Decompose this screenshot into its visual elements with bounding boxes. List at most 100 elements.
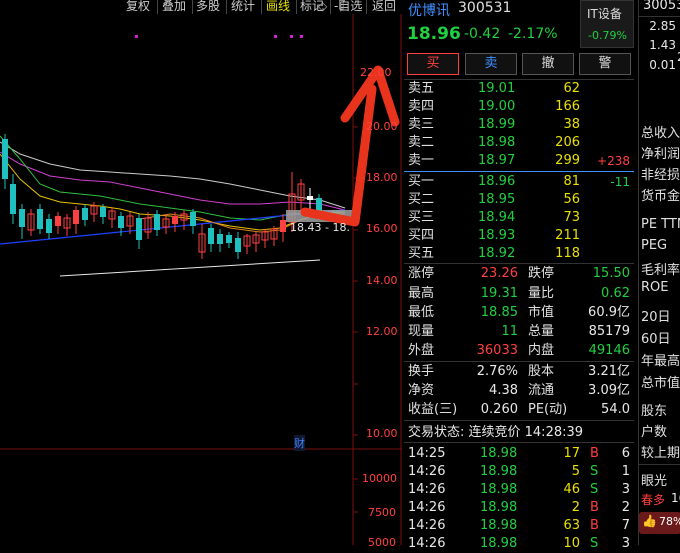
tick-time: 14:26	[408, 500, 446, 515]
far-label: 毛利率	[641, 263, 680, 278]
ask-price: 18.99	[478, 117, 516, 132]
tick-side: S	[590, 464, 599, 479]
ask-price: 19.00	[478, 99, 516, 114]
stock-code: 300531	[458, 0, 512, 16]
toolbar-divider	[192, 0, 193, 14]
kline-svg	[0, 14, 402, 545]
ma-green	[0, 135, 345, 221]
tick-count: 6	[621, 446, 630, 461]
thumb-badge[interactable]: 👍 78%	[639, 512, 680, 534]
toolbar-fuquan[interactable]: 复权	[126, 0, 150, 14]
ask-volume: 206	[555, 135, 580, 150]
toolbar-multi[interactable]: 多股	[196, 0, 220, 14]
far-label: 股东	[641, 404, 668, 419]
stat-value: 4.38	[489, 383, 518, 398]
tick-price: 18.98	[480, 446, 518, 461]
stat-value: 18.85	[480, 305, 518, 320]
y-label: 12.00	[366, 325, 398, 338]
stat-label: 现量	[408, 324, 435, 339]
tick-row: 14:26 18.98 5 S 1	[404, 463, 634, 481]
kline-chart[interactable]: 22.00 20.00 18.00 16.00 14.00 12.00 10.0…	[0, 14, 402, 549]
far-value: 2.85	[649, 19, 676, 33]
bid-volume: 73	[563, 210, 580, 225]
thumb-icon: 👍	[642, 514, 657, 528]
far-label: 户数	[641, 425, 668, 440]
stat-label: 股本	[528, 364, 555, 379]
diamond-icon[interactable]: ◇	[318, 0, 327, 14]
ask-price: 18.97	[478, 153, 516, 168]
sector-change: -0.79%	[588, 29, 627, 42]
far-eye-label[interactable]: 眼光	[641, 470, 667, 489]
far-label: ROE	[641, 280, 669, 295]
bid-price: 18.94	[478, 210, 516, 225]
finance-marker[interactable]: 财	[294, 435, 305, 451]
stat-value: 36033	[476, 343, 518, 358]
stock-name: 优博讯	[408, 3, 450, 19]
bid-price: 18.95	[478, 192, 516, 207]
tick-price: 18.98	[480, 536, 518, 551]
far-code: 30053	[643, 0, 680, 13]
cancel-button[interactable]: 撤	[522, 53, 574, 75]
ask-row: 卖三 18.99 38	[404, 116, 634, 134]
y-label: 18.00	[366, 171, 398, 184]
tick-volume: 5	[571, 464, 580, 479]
y-label: 16.00	[366, 222, 398, 235]
toolbar-divider	[157, 0, 158, 14]
toolbar-overlay[interactable]: 叠加	[162, 0, 186, 14]
sector-box[interactable]: IT设备 -0.79%	[580, 0, 634, 48]
stat-row: 净资 4.38 流通 3.09亿	[404, 382, 634, 400]
stat-label: 最高	[408, 286, 435, 301]
bid-price: 18.93	[478, 228, 516, 243]
alert-button[interactable]: 警	[579, 53, 631, 75]
ask-label: 卖四	[408, 99, 435, 114]
stat-row: 涨停 23.26 跌停 15.50	[404, 265, 634, 283]
candles	[2, 134, 322, 259]
stat-value: 60.9亿	[588, 305, 630, 320]
stat-label: 跌停	[528, 266, 555, 281]
stat-value: 85179	[588, 324, 630, 339]
ask-label: 卖三	[408, 117, 435, 132]
toolbar-back[interactable]: 返回	[372, 0, 396, 14]
far-label: 年最高	[641, 354, 680, 369]
bid-row: 买四 18.93 211	[404, 227, 634, 245]
ask-row: 卖五 19.01 62	[404, 80, 634, 98]
far-label: PE TTM	[641, 217, 680, 232]
ask-volume: 299	[555, 153, 580, 168]
bid-price: 18.96	[478, 174, 516, 189]
tick-row: 14:25 18.98 17 B 6	[404, 445, 634, 463]
tick-volume: 46	[563, 482, 580, 497]
far-label: 货币金	[641, 189, 680, 204]
stat-label: 外盘	[408, 343, 435, 358]
ask-row: 卖二 18.98 206	[404, 134, 634, 152]
ask-volume: 38	[563, 117, 580, 132]
sell-button[interactable]: 卖	[465, 53, 517, 75]
tick-side: S	[590, 536, 599, 551]
toolbar-divider	[330, 0, 331, 14]
red-arrow-line	[300, 84, 377, 227]
toolbar-stats[interactable]: 统计	[231, 0, 255, 14]
bid-volume: 118	[555, 246, 580, 261]
stat-label: PE(动)	[528, 402, 568, 417]
ask-price: 18.98	[478, 135, 516, 150]
stat-row: 最低 18.85 市值 60.9亿	[404, 304, 634, 322]
stat-value: 19.31	[480, 286, 518, 301]
page-icon[interactable]: ▯	[338, 0, 345, 12]
tick-side: B	[590, 518, 599, 533]
ask-volume: 62	[563, 81, 580, 96]
tick-count: 3	[621, 536, 630, 551]
far-label: PEG	[641, 238, 668, 253]
bid-row: 买三 18.94 73	[404, 209, 634, 227]
bid-delta: -11	[610, 175, 630, 189]
ma-white	[0, 141, 346, 209]
buy-button[interactable]: 买	[407, 53, 459, 75]
toolbar-divider	[226, 0, 227, 14]
far-value: 0.01	[649, 58, 676, 72]
far-label: 60日	[641, 332, 671, 347]
price-change-pct: -2.17%	[508, 26, 558, 42]
ask-label: 卖五	[408, 81, 435, 96]
stat-row: 外盘 36033 内盘 49146	[404, 342, 634, 360]
tick-count: 7	[621, 518, 630, 533]
tick-price: 18.98	[480, 518, 518, 533]
toolbar-draw-line[interactable]: 画线	[266, 0, 290, 14]
stat-label: 市值	[528, 305, 555, 320]
